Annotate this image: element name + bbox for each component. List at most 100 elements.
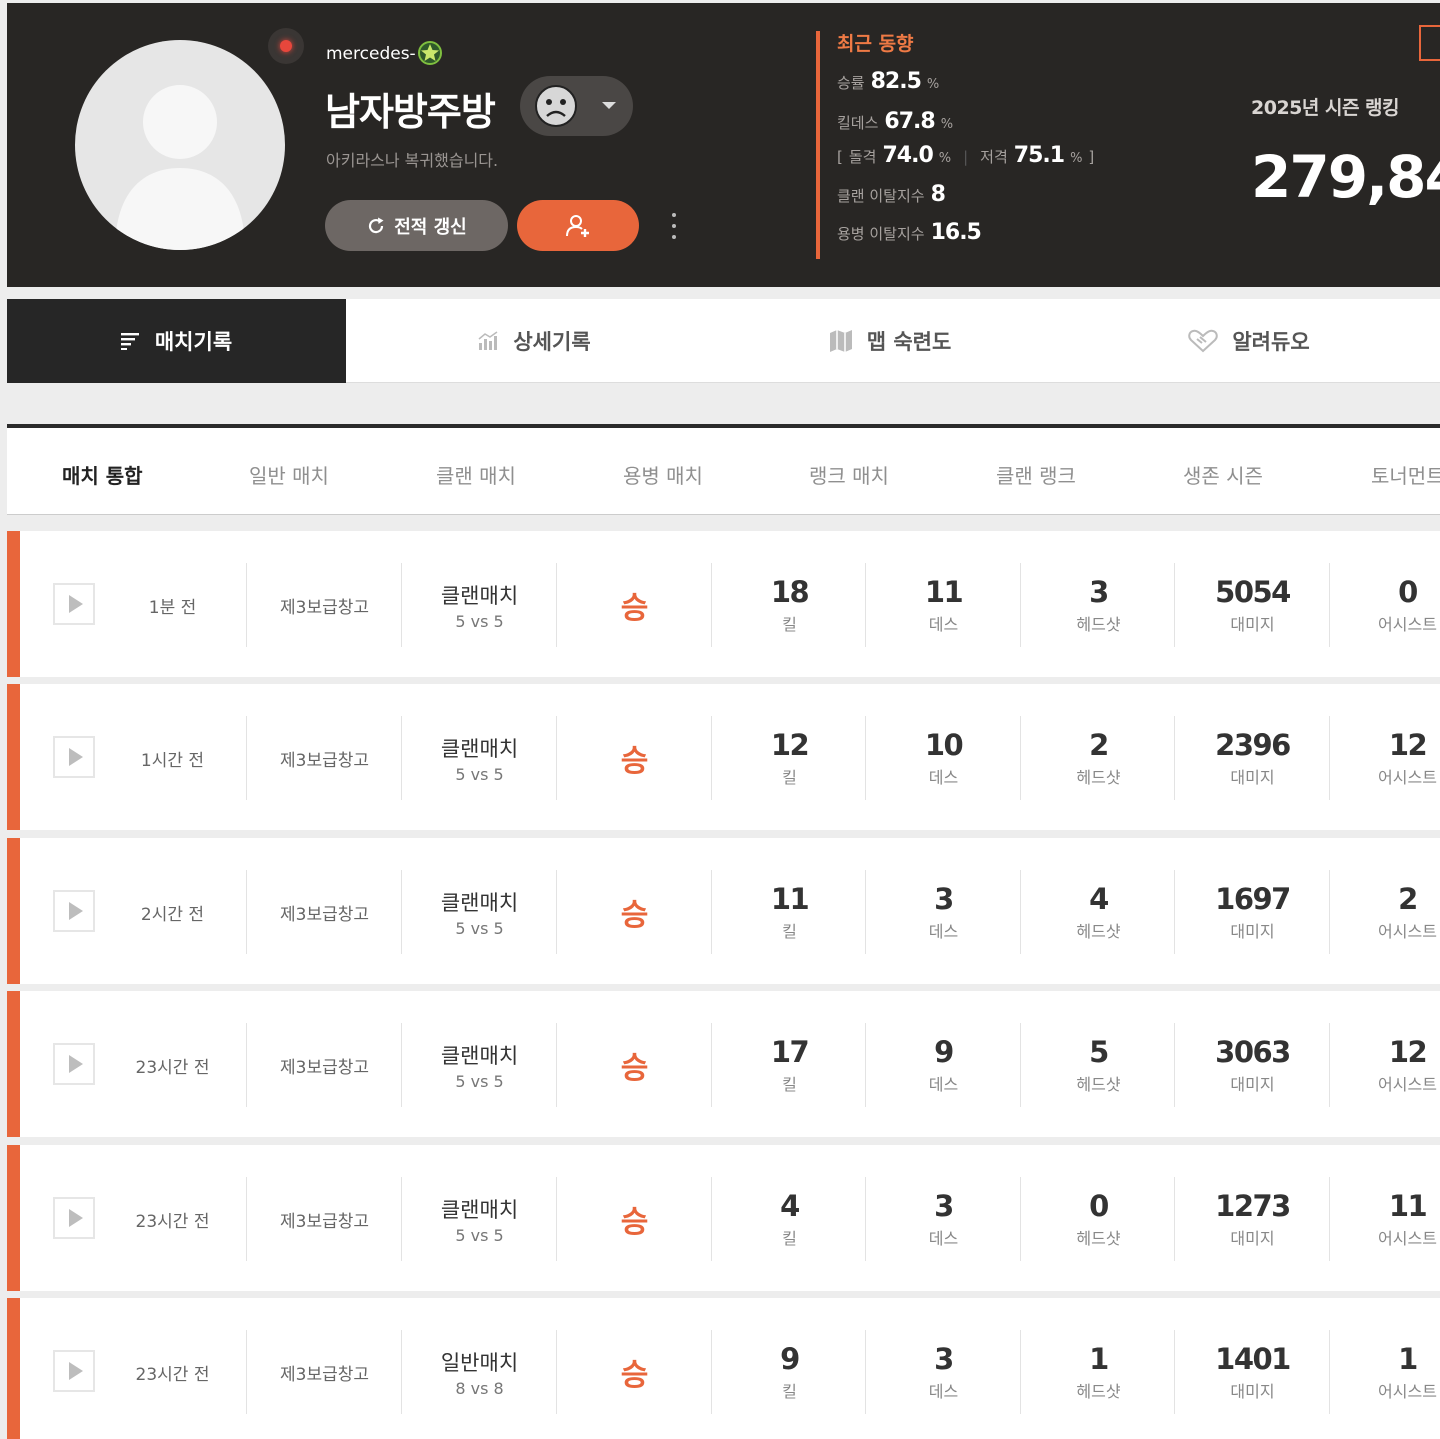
assist-count: 11 xyxy=(1388,1189,1428,1223)
assist-count: 12 xyxy=(1388,728,1428,762)
stats-divider xyxy=(816,31,820,259)
win-indicator xyxy=(7,838,20,984)
assist-count: 12 xyxy=(1388,1035,1428,1069)
assist-count-cell: 0 어시스트 xyxy=(1330,563,1440,647)
match-result: 승 xyxy=(620,591,649,626)
death-count-label: 데스 xyxy=(928,1229,959,1248)
subtab-rank[interactable]: 랭크 매치 xyxy=(809,460,889,489)
headshot-count: 0 xyxy=(1089,1189,1109,1223)
table-row[interactable]: 23시간 전 제3보급창고 클랜매치 5 vs 5 승 17 킬 9 데스 5 헤드샷 3063 대미지… xyxy=(7,991,1440,1137)
headshot-count: 3 xyxy=(1089,575,1109,609)
nickname: 남자방주방 xyxy=(325,90,496,134)
subtab-tournament[interactable]: 토너먼트 xyxy=(1371,460,1440,489)
subtab-mercenary[interactable]: 용병 매치 xyxy=(623,460,703,489)
replay-play-button[interactable] xyxy=(53,736,95,778)
assault-label: 돌격 xyxy=(848,148,877,166)
table-row[interactable]: 1분 전 제3보급창고 클랜매치 5 vs 5 승 18 킬 11 데스 3 헤드샷 5054 대미지 0… xyxy=(7,531,1440,677)
replay-play-button[interactable] xyxy=(53,583,95,625)
match-type-tabs: 매치 통합 일반 매치 클랜 매치 용병 매치 랭크 매치 클랜 랭크 생존 시… xyxy=(7,424,1440,515)
death-count-label: 데스 xyxy=(928,922,959,941)
match-map-cell: 제3보급창고 xyxy=(247,1023,402,1107)
match-map-cell: 제3보급창고 xyxy=(247,716,402,800)
more-dot-icon xyxy=(672,213,676,217)
percent-unit: % xyxy=(926,77,940,92)
match-map-cell: 제3보급창고 xyxy=(247,1177,402,1261)
headshot-count-cell: 5 헤드샷 xyxy=(1021,1023,1176,1107)
kill-count: 11 xyxy=(770,882,810,916)
headshot-count: 5 xyxy=(1089,1035,1109,1069)
tab-duo[interactable]: 알려듀오 xyxy=(1058,299,1440,383)
more-dot-icon xyxy=(672,224,676,228)
add-friend-button[interactable] xyxy=(517,200,639,251)
season-ranking-label: 2025년 시즌 랭킹 xyxy=(1251,97,1400,119)
table-row[interactable]: 23시간 전 제3보급창고 클랜매치 5 vs 5 승 4 킬 3 데스 0 헤드샷 1273 대미지 1… xyxy=(7,1145,1440,1291)
profile-header: mercedes- 남자방주방 아키라스나 복귀했습니다. 전적 갱신 최근 동… xyxy=(7,3,1440,287)
damage-count-label: 대미지 xyxy=(1230,1382,1275,1401)
replay-play-button[interactable] xyxy=(53,1197,95,1239)
replay-play-button[interactable] xyxy=(53,890,95,932)
mood-dropdown[interactable] xyxy=(520,76,633,136)
merc-leave-stat: 용병 이탈지수 16.5 xyxy=(837,220,982,245)
assault-value: 74.0 xyxy=(882,143,933,168)
match-time: 1분 전 xyxy=(148,597,197,618)
subtab-clan[interactable]: 클랜 매치 xyxy=(436,460,516,489)
match-mode-cell: 클랜매치 5 vs 5 xyxy=(402,563,557,647)
damage-count: 1697 xyxy=(1215,882,1291,916)
assist-count-cell: 12 어시스트 xyxy=(1330,716,1440,800)
tab-match-record[interactable]: 매치기록 xyxy=(7,299,346,383)
damage-count: 2396 xyxy=(1215,728,1291,762)
headshot-count-label: 헤드샷 xyxy=(1076,1229,1121,1248)
tab-detail-record[interactable]: 상세기록 xyxy=(346,299,722,383)
percent-unit: % xyxy=(1070,151,1083,166)
headshot-count-cell: 1 헤드샷 xyxy=(1021,1330,1176,1414)
header-corner-button[interactable] xyxy=(1419,25,1440,61)
match-map: 제3보급창고 xyxy=(279,1211,370,1232)
kill-count-cell: 4킬 xyxy=(712,1177,867,1261)
match-time: 1시간 전 xyxy=(140,750,205,771)
match-time-cell: 23시간 전 xyxy=(95,1177,250,1261)
replay-play-button[interactable] xyxy=(53,1043,95,1085)
tab-map-proficiency[interactable]: 맵 숙련도 xyxy=(722,299,1058,383)
death-count-cell: 9 데스 xyxy=(866,1023,1021,1107)
assist-count-cell: 1 어시스트 xyxy=(1330,1330,1440,1414)
bracket-open: [ xyxy=(837,148,843,166)
death-count-label: 데스 xyxy=(928,1075,959,1094)
tab-label: 알려듀오 xyxy=(1232,330,1310,354)
weapon-stat: [ 돌격 74.0 % | 저격 75.1 % ] xyxy=(837,143,1094,168)
match-mode-cell: 일반매치 8 vs 8 xyxy=(402,1330,557,1414)
kd-label: 킬데스 xyxy=(837,114,879,132)
kill-count-label: 킬 xyxy=(782,922,797,941)
damage-count: 3063 xyxy=(1215,1035,1291,1069)
subtab-normal[interactable]: 일반 매치 xyxy=(249,460,329,489)
subtab-survival[interactable]: 생존 시즌 xyxy=(1183,460,1263,489)
win-indicator xyxy=(7,531,20,677)
sniper-label: 저격 xyxy=(980,148,1008,166)
table-row[interactable]: 1시간 전 제3보급창고 클랜매치 5 vs 5 승 12 킬 10 데스 2 헤드샷 2396 대미지… xyxy=(7,684,1440,830)
assist-count: 0 xyxy=(1398,575,1418,609)
damage-count: 5054 xyxy=(1215,575,1291,609)
match-mode-cell: 클랜매치 5 vs 5 xyxy=(402,1177,557,1261)
subtab-all[interactable]: 매치 통합 xyxy=(62,460,143,489)
match-team-size: 5 vs 5 xyxy=(455,1071,504,1091)
clan-name[interactable]: mercedes- xyxy=(326,44,416,64)
subtab-clan-rank[interactable]: 클랜 랭크 xyxy=(996,460,1076,489)
death-count-cell: 3 데스 xyxy=(866,1330,1021,1414)
match-team-size: 5 vs 5 xyxy=(455,918,504,938)
death-count: 3 xyxy=(934,1189,954,1223)
headshot-count-cell: 4 헤드샷 xyxy=(1021,870,1176,954)
match-team-size: 8 vs 8 xyxy=(455,1378,504,1398)
replay-play-button[interactable] xyxy=(53,1350,95,1392)
more-options-button[interactable] xyxy=(667,211,681,241)
death-count-label: 데스 xyxy=(928,1382,959,1401)
death-count-cell: 3 데스 xyxy=(866,1177,1021,1261)
refresh-record-button[interactable]: 전적 갱신 xyxy=(325,200,508,251)
match-result-cell: 승 xyxy=(557,563,712,647)
table-row[interactable]: 2시간 전 제3보급창고 클랜매치 5 vs 5 승 11 킬 3 데스 4 헤드샷 1697 대미지 2… xyxy=(7,838,1440,984)
death-count-cell: 11 데스 xyxy=(866,563,1021,647)
kd-stat: 킬데스 67.8 % xyxy=(837,109,953,134)
match-time-cell: 23시간 전 xyxy=(95,1023,250,1107)
win-indicator xyxy=(7,991,20,1137)
table-row[interactable]: 23시간 전 제3보급창고 일반매치 8 vs 8 승 9 킬 3 데스 1 헤드샷 1401 대미지 1… xyxy=(7,1298,1440,1439)
death-count-cell: 3 데스 xyxy=(866,870,1021,954)
damage-count-cell: 3063 대미지 xyxy=(1175,1023,1330,1107)
